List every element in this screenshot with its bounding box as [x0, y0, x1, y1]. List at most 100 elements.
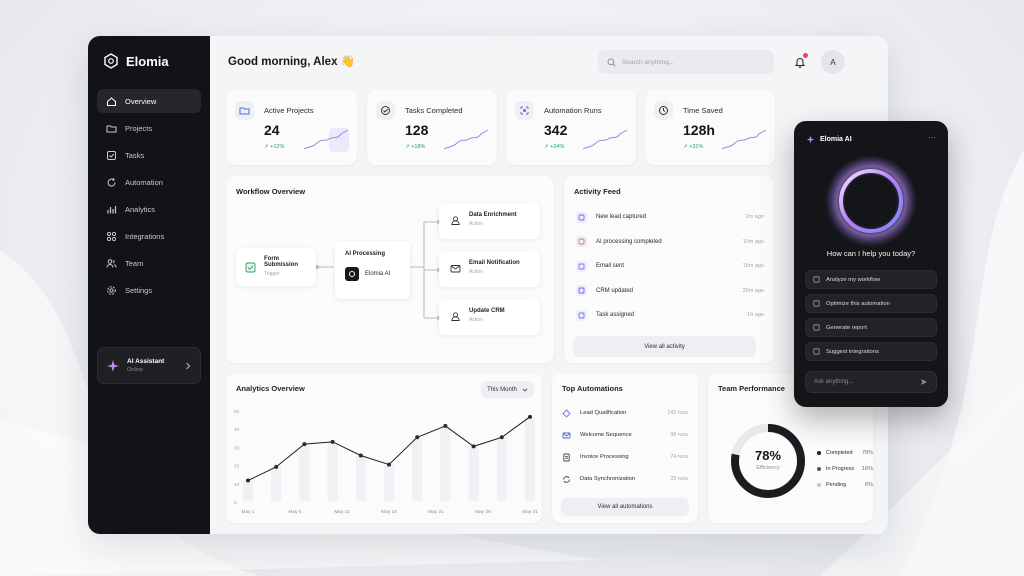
notification-dot: [803, 53, 808, 58]
suggestion-button[interactable]: Optimize this automation: [805, 294, 937, 313]
sidebar-item-label: Automation: [125, 177, 163, 187]
send-icon[interactable]: [920, 378, 928, 386]
stat-label: Time Saved: [683, 106, 723, 115]
notifications-button[interactable]: [790, 52, 810, 72]
sidebar-item-integrations[interactable]: Integrations: [97, 224, 201, 248]
chart-point[interactable]: [274, 464, 279, 469]
legend-value: 16%: [861, 466, 873, 472]
panel-question: How can I help you today?: [826, 249, 916, 258]
chart-point[interactable]: [528, 414, 532, 419]
activity-title: Activity Feed: [574, 187, 621, 196]
suggestion-button[interactable]: Analyze my workflow: [805, 270, 937, 289]
ask-input[interactable]: Ask anything...: [805, 371, 937, 393]
chart-point[interactable]: [246, 478, 250, 483]
chevron-right-icon: [186, 362, 191, 369]
sidebar: Elomia Overview Projects Tasks Automation An…: [88, 36, 210, 534]
automation-item[interactable]: Welcome Sequence 98 runs: [562, 426, 688, 444]
stat-delta: ↗ +12%: [264, 144, 285, 150]
legend-label: In Progress: [826, 466, 855, 472]
chart-point[interactable]: [330, 439, 335, 444]
activity-item[interactable]: New lead captured 2m ago: [576, 208, 764, 226]
y-tick-label: 40: [234, 427, 240, 433]
chart-point[interactable]: [443, 423, 448, 428]
stat-card[interactable]: Time Saved 128h ↗ +31%: [645, 90, 775, 165]
trigger-sub: Trigger: [264, 271, 280, 277]
activity-item[interactable]: Email sent 15m ago: [576, 257, 764, 275]
analytics-chart: 0 10 20 30 40 50 May 1 May 6 May 11 May 16 May 21 M…: [234, 409, 538, 515]
sidebar-item-automation[interactable]: Automation: [97, 170, 201, 194]
automation-name: Invoice Processing: [580, 454, 629, 460]
sparkle-icon: [107, 359, 119, 372]
activity-time: 2m ago: [745, 214, 764, 220]
trigger-title: Form Submission: [264, 256, 299, 268]
action-title: Update CRM: [469, 308, 505, 314]
y-tick-label: 30: [234, 445, 240, 451]
legend-value: 78%: [861, 450, 873, 456]
ask-placeholder: Ask anything...: [814, 379, 854, 385]
chart-bar: [412, 437, 423, 501]
chart-point[interactable]: [387, 462, 391, 467]
legend-dot: [817, 483, 821, 487]
sidebar-item-label: Projects: [125, 123, 153, 133]
legend-item: Pending 6%: [817, 482, 873, 488]
analytics-card: Analytics Overview This Month 0 10 20 30 40 5…: [226, 373, 542, 523]
sparkline: [582, 129, 628, 150]
chart-bar: [299, 444, 310, 501]
suggestion-button[interactable]: Suggest integrations: [805, 342, 937, 361]
suggestion-label: Generate report: [826, 324, 867, 331]
sidebar-item-label: Analytics: [125, 204, 156, 214]
activity-text: AI processing completed: [596, 238, 662, 245]
suggestion-label: Optimize this automation: [826, 300, 890, 307]
efficiency-value: 78%: [754, 448, 782, 463]
efficiency-label: Efficiency: [756, 465, 780, 471]
stat-value: 128h: [683, 122, 715, 138]
stat-card[interactable]: Automation Runs 342 ↗ +24%: [506, 90, 636, 165]
ai-assistant-title: AI Assistant: [127, 358, 165, 365]
stat-card[interactable]: Tasks Completed 128 ↗ +18%: [367, 90, 497, 165]
activity-text: Task assigned: [596, 312, 635, 318]
stat-label: Automation Runs: [544, 106, 602, 115]
sparkline: [303, 128, 349, 152]
stat-label: Tasks Completed: [405, 106, 463, 115]
sparkline: [721, 129, 767, 150]
home-icon: [107, 96, 116, 106]
activity-item[interactable]: CRM updated 25m ago: [576, 282, 764, 300]
grid-icon: [106, 231, 117, 241]
activity-item[interactable]: Task assigned 1h ago: [576, 306, 764, 324]
sidebar-nav: Overview Projects Tasks Automation Analytics…: [97, 89, 201, 302]
chart-bar: [496, 437, 507, 501]
trigger-node[interactable]: Form Submission Trigger: [236, 248, 316, 286]
ai-assistant-card[interactable]: AI Assistant Online: [97, 347, 201, 384]
suggestion-button[interactable]: Generate report: [805, 318, 937, 337]
brand[interactable]: Elomia: [97, 50, 201, 89]
action-node[interactable]: Data Enrichment Action: [439, 203, 540, 239]
avatar[interactable]: A: [821, 50, 845, 74]
activity-item[interactable]: AI processing completed 10m ago: [576, 233, 764, 251]
sidebar-item-team[interactable]: Team: [97, 251, 201, 275]
sparkline: [443, 129, 489, 150]
chart-point[interactable]: [358, 453, 363, 458]
processing-node[interactable]: AI Processing Elomia AI: [335, 241, 410, 299]
automation-item[interactable]: Invoice Processing 74 runs: [562, 448, 688, 466]
sidebar-item-projects[interactable]: Projects: [97, 116, 201, 140]
main-content: Good morning, Alex 👋 Search anything... …: [210, 36, 888, 534]
sidebar-item-analytics[interactable]: Analytics: [97, 197, 201, 221]
automation-item[interactable]: Lead Qualification 142 runs: [562, 404, 688, 422]
chart-point[interactable]: [302, 442, 307, 447]
sidebar-item-tasks[interactable]: Tasks: [97, 143, 201, 167]
chart-point[interactable]: [415, 435, 420, 440]
action-node[interactable]: Email Notification Action: [439, 251, 540, 287]
stat-card[interactable]: Active Projects 24 ↗ +12%: [226, 90, 357, 165]
chart-point[interactable]: [471, 444, 476, 449]
sidebar-item-overview[interactable]: Overview: [97, 89, 201, 113]
search-input[interactable]: Search anything...: [598, 50, 774, 74]
chart-point[interactable]: [499, 435, 504, 440]
sidebar-item-settings[interactable]: Settings: [97, 278, 201, 302]
action-node[interactable]: Update CRM Action: [439, 299, 540, 335]
team-title: Team Performance: [718, 384, 785, 393]
legend-item: Completed 78%: [817, 450, 873, 456]
view-all-activity-button[interactable]: View all activity: [573, 336, 756, 357]
view-all-automations-button[interactable]: View all automations: [561, 498, 689, 516]
processing-title: AI Processing: [345, 251, 386, 257]
automation-item[interactable]: Data Synchronization 28 runs: [562, 470, 688, 488]
